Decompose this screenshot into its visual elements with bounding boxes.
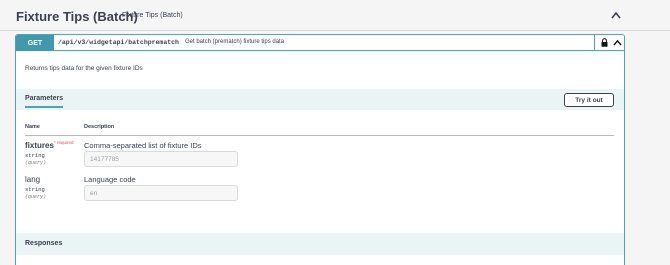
lang-input[interactable]: en bbox=[84, 185, 238, 201]
param-required-label: * required bbox=[54, 140, 74, 145]
parameters-title: Parameters bbox=[25, 95, 64, 102]
operation-summary[interactable]: GET /api/v3/widgetapi/batchprematch Get … bbox=[16, 35, 624, 51]
operation-path: /api/v3/widgetapi/batchprematch bbox=[58, 39, 179, 46]
tag-title[interactable]: Fixture Tips (Batch) bbox=[16, 9, 138, 24]
operation-description: Returns tips data for the given fixture … bbox=[25, 65, 143, 72]
param-description-lang: Language code bbox=[84, 175, 136, 184]
try-it-out-button[interactable]: Try it out bbox=[564, 93, 614, 107]
fixtures-input[interactable]: 14177785 bbox=[84, 151, 238, 167]
operation-summary-text: Get batch (prematch) fixture tips data bbox=[185, 39, 285, 45]
responses-section-header: Responses bbox=[16, 233, 624, 255]
param-location-lang: (query) bbox=[25, 194, 47, 200]
param-name-lang: lang bbox=[25, 175, 41, 184]
parameters-section-header: Parameters Try it out bbox=[16, 89, 624, 110]
param-name-fixtures: fixtures bbox=[25, 141, 54, 150]
param-type-lang: string bbox=[25, 186, 45, 193]
method-badge: GET bbox=[16, 35, 54, 51]
parameters-tab-underline bbox=[25, 106, 63, 108]
tag-description: Fixture Tips (Batch) bbox=[122, 12, 183, 19]
operation-body: Returns tips data for the given fixture … bbox=[16, 52, 624, 265]
chevron-up-icon[interactable] bbox=[613, 39, 622, 46]
tag-header[interactable]: Fixture Tips (Batch) Fixture Tips (Batch… bbox=[0, 0, 670, 31]
operation-block: GET /api/v3/widgetapi/batchprematch Get … bbox=[15, 34, 625, 265]
column-header-name: Name bbox=[25, 124, 40, 130]
param-description-fixtures: Comma-separated list of fixture IDs bbox=[84, 141, 202, 150]
column-header-description: Description bbox=[84, 124, 115, 130]
lock-icon[interactable] bbox=[601, 38, 608, 47]
table-divider bbox=[25, 135, 614, 136]
responses-title: Responses bbox=[25, 240, 63, 247]
param-location-fixtures: (query) bbox=[25, 160, 47, 166]
param-type-fixtures: string bbox=[25, 152, 45, 159]
summary-divider bbox=[594, 35, 595, 50]
chevron-up-icon[interactable] bbox=[611, 11, 621, 19]
